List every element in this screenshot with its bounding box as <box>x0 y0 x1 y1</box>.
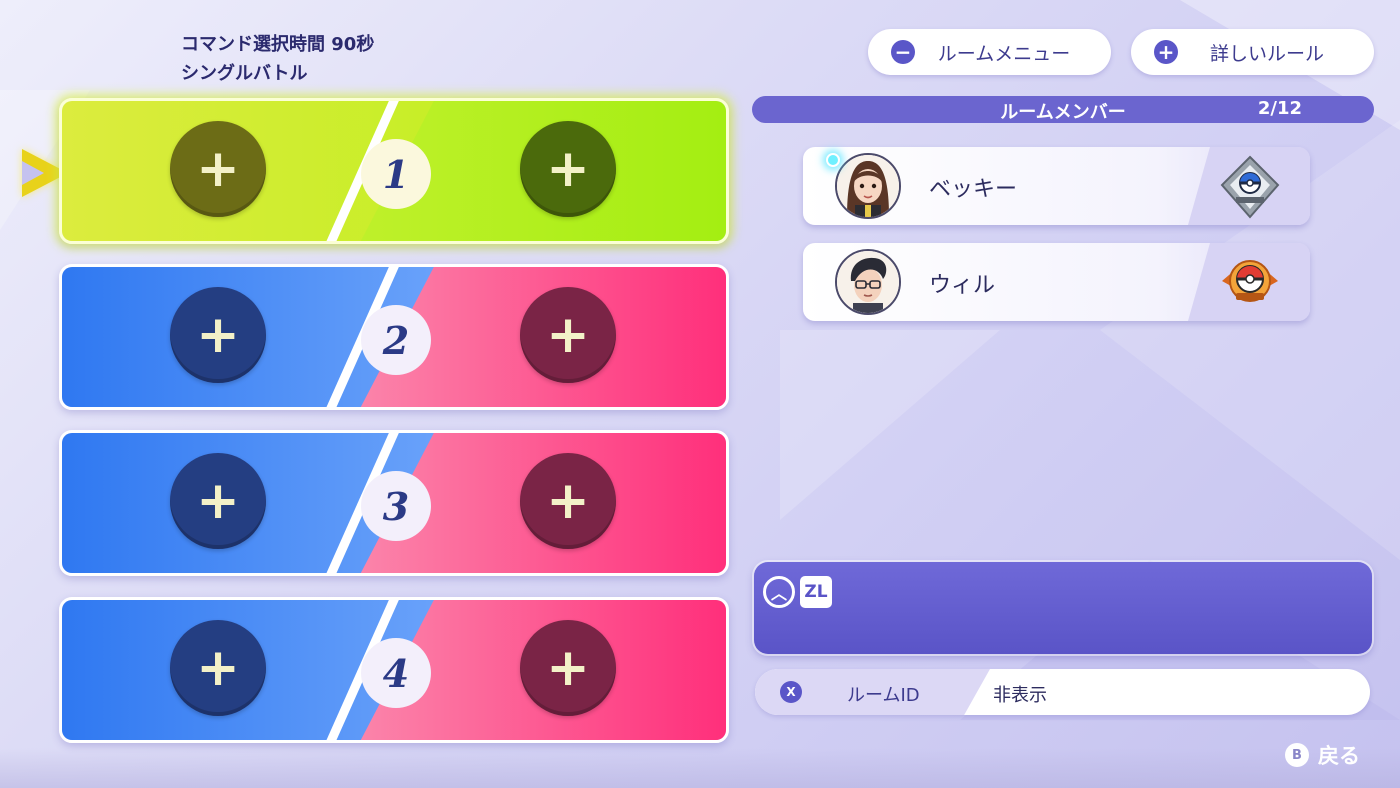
room-id-value: 非表示 <box>993 685 1047 706</box>
poke-ball-rank-badge-icon <box>1222 260 1278 302</box>
team-slot-2[interactable]: + + 2 <box>59 264 729 410</box>
plus-icon: + <box>1154 40 1178 64</box>
add-player-right-button[interactable]: + <box>520 121 616 217</box>
zl-button-icon: ZL <box>800 576 832 608</box>
team-slot-4[interactable]: + + 4 <box>59 597 729 743</box>
chevron-up-icon: ︿ <box>763 576 795 608</box>
team-number: 3 <box>361 471 431 541</box>
member-card[interactable]: ウィル <box>803 243 1310 321</box>
member-name: ウィル <box>929 273 996 298</box>
detailed-rules-button[interactable]: + 詳しいルール <box>1131 29 1374 75</box>
room-members-header: ルームメンバー 2/12 <box>752 96 1374 123</box>
time-limit-text: コマンド選択時間 90秒 <box>181 34 375 55</box>
member-card[interactable]: ベッキー <box>803 147 1310 225</box>
add-player-left-button[interactable]: + <box>170 287 266 383</box>
add-player-right-button[interactable]: + <box>520 287 616 383</box>
avatar <box>835 249 901 315</box>
add-player-left-button[interactable]: + <box>170 620 266 716</box>
add-player-left-button[interactable]: + <box>170 453 266 549</box>
room-menu-button[interactable]: − ルームメニュー <box>868 29 1111 75</box>
x-button-icon: X <box>780 681 802 703</box>
room-id-label: ルームID <box>847 685 920 706</box>
back-label: 戻る <box>1318 744 1360 768</box>
team-number: 2 <box>361 305 431 375</box>
add-player-left-button[interactable]: + <box>170 121 266 217</box>
add-player-right-button[interactable]: + <box>520 620 616 716</box>
member-name: ベッキー <box>929 177 1018 202</box>
minus-icon: − <box>891 40 915 64</box>
footer-band <box>0 748 1400 788</box>
back-button[interactable]: B 戻る <box>1285 740 1360 770</box>
chat-panel[interactable]: ︿ ZL <box>754 562 1372 654</box>
room-id-bar[interactable]: X ルームID 非表示 <box>755 669 1370 715</box>
team-number: 1 <box>361 139 431 209</box>
room-members-count: 2/12 <box>1257 98 1302 119</box>
battle-type-text: シングルバトル <box>181 63 308 84</box>
team-slot-1[interactable]: + + 1 <box>59 98 729 244</box>
team-slot-3[interactable]: + + 3 <box>59 430 729 576</box>
room-menu-label: ルームメニュー <box>937 42 1071 65</box>
team-number: 4 <box>361 638 431 708</box>
battle-info: コマンド選択時間 90秒 シングルバトル <box>181 30 374 88</box>
b-button-icon: B <box>1285 743 1309 767</box>
detailed-rules-label: 詳しいルール <box>1209 42 1324 65</box>
avatar <box>835 153 901 219</box>
great-ball-rank-badge-icon <box>1220 155 1280 219</box>
online-status-dot <box>826 153 840 167</box>
add-player-right-button[interactable]: + <box>520 453 616 549</box>
